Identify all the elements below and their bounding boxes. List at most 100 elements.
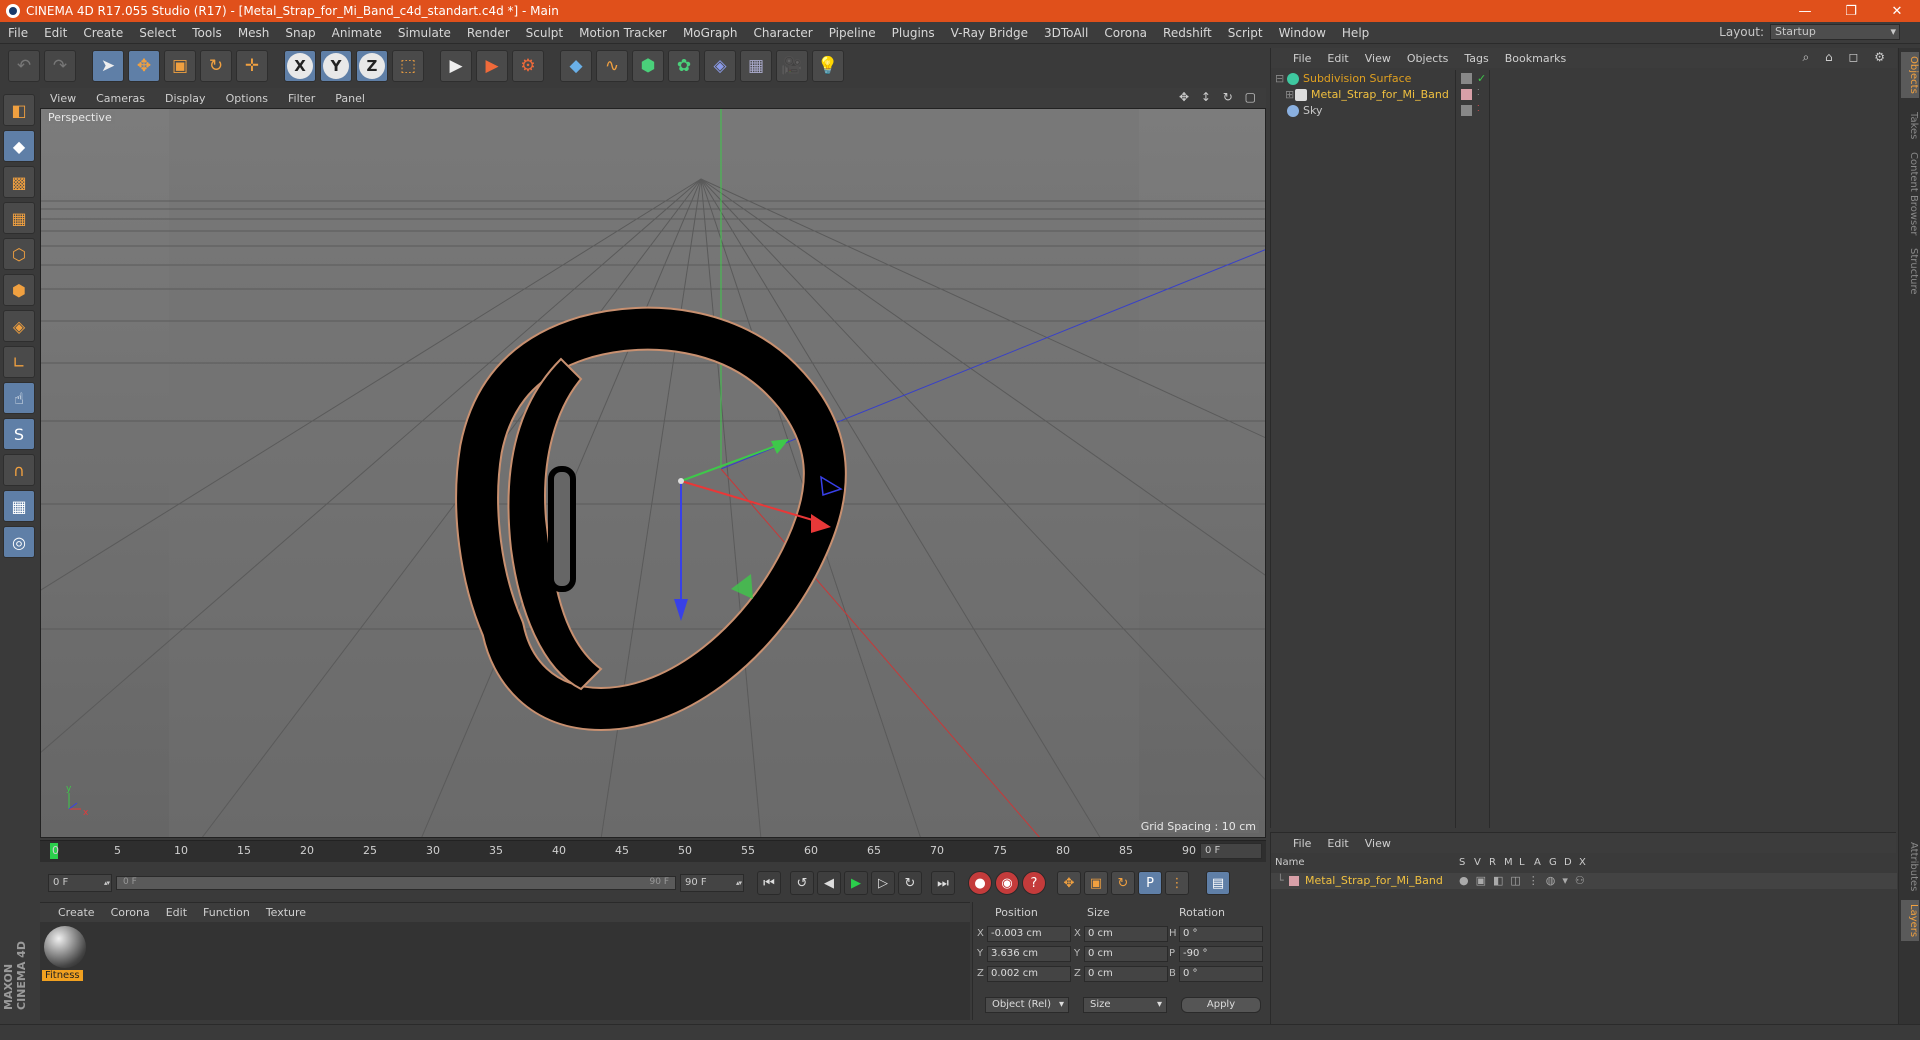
menu-vray-bridge[interactable]: V-Ray Bridge [943, 26, 1036, 40]
material-preview-swatch[interactable] [44, 926, 86, 968]
material-menu-texture[interactable]: Texture [258, 906, 314, 919]
menu-edit[interactable]: Edit [36, 26, 75, 40]
coordinate-system-button[interactable]: ⬚ [392, 50, 424, 82]
side-tab-objects[interactable]: Objects [1901, 52, 1919, 98]
render-settings-button[interactable]: ⚙ [512, 50, 544, 82]
layer-row[interactable]: └ Metal_Strap_for_Mi_Band ●▣◧◫⋮◍▾⚇ [1271, 873, 1897, 889]
points-mode-button[interactable]: ⬡ [3, 238, 35, 270]
magnet-button[interactable]: ∩ [3, 454, 35, 486]
objmgr-menu-tags[interactable]: Tags [1456, 52, 1496, 65]
add-spline-button[interactable]: ∿ [596, 50, 628, 82]
object-row-sky[interactable]: Sky ⁚ [1271, 102, 1897, 120]
menu-corona[interactable]: Corona [1096, 26, 1155, 40]
viewport-menu-view[interactable]: View [40, 92, 86, 105]
objmgr-menu-objects[interactable]: Objects [1399, 52, 1457, 65]
model-mode-button[interactable]: ◆ [3, 130, 35, 162]
key-parameter-button[interactable]: P [1138, 871, 1162, 895]
workplane-mode-button[interactable]: ▦ [3, 202, 35, 234]
minimize-button[interactable]: — [1782, 0, 1828, 22]
menu-window[interactable]: Window [1271, 26, 1334, 40]
keyframe-selection-button[interactable]: ? [1022, 871, 1046, 895]
end-frame-field[interactable]: 90 F [680, 874, 744, 892]
polygons-mode-button[interactable]: ◈ [3, 310, 35, 342]
visibility-dots-icon[interactable]: ⁚ [1477, 88, 1480, 97]
size-mode-dropdown[interactable]: Size [1083, 997, 1167, 1013]
side-tab-content-browser[interactable]: Content Browser [1901, 148, 1919, 239]
apply-button[interactable]: Apply [1181, 997, 1261, 1013]
material-menu-create[interactable]: Create [40, 906, 103, 919]
material-menu-corona[interactable]: Corona [103, 906, 158, 919]
layer-menu-view[interactable]: View [1357, 837, 1399, 850]
viewport-menu-options[interactable]: Options [216, 92, 278, 105]
viewport-menu-cameras[interactable]: Cameras [86, 92, 155, 105]
restore-button[interactable]: ❐ [1828, 0, 1874, 22]
key-position-button[interactable]: ✥ [1057, 871, 1081, 895]
material-menu-function[interactable]: Function [195, 906, 258, 919]
viewport-nav-icons[interactable]: ✥ ↕ ↻ ▢ [1179, 90, 1260, 104]
position-z-field[interactable]: 0.002 cm [987, 966, 1071, 982]
layout-dropdown[interactable]: Startup [1770, 24, 1900, 40]
render-picture-viewer-button[interactable]: ▶ [476, 50, 508, 82]
objmgr-menu-edit[interactable]: Edit [1319, 52, 1356, 65]
viewport-menu-display[interactable]: Display [155, 92, 216, 105]
axis-mode-button[interactable]: ∟ [3, 346, 35, 378]
make-editable-button[interactable]: ◧ [3, 94, 35, 126]
menu-redshift[interactable]: Redshift [1155, 26, 1220, 40]
preview-range-slider[interactable]: 0 F 90 F [116, 876, 676, 890]
menu-snap[interactable]: Snap [277, 26, 323, 40]
current-frame-field[interactable]: 0 F [1200, 843, 1262, 859]
menu-motion-tracker[interactable]: Motion Tracker [571, 26, 675, 40]
key-rotation-button[interactable]: ↻ [1111, 871, 1135, 895]
record-keys-button[interactable]: ● [968, 871, 992, 895]
select-tool-button[interactable]: ➤ [92, 50, 124, 82]
menu-mograph[interactable]: MoGraph [675, 26, 746, 40]
go-to-end-button[interactable]: ⏭ [931, 871, 955, 895]
viewport-menu-panel[interactable]: Panel [325, 92, 375, 105]
enabled-check-icon[interactable]: ✓ [1477, 72, 1486, 85]
rotation-h-field[interactable]: 0 ° [1179, 926, 1263, 942]
play-button[interactable]: ▶ [844, 871, 868, 895]
tweak-mode-button[interactable]: ☝ [3, 382, 35, 414]
add-floor-button[interactable]: ▦ [740, 50, 772, 82]
size-x-field[interactable]: 0 cm [1084, 926, 1168, 942]
menu-plugins[interactable]: Plugins [884, 26, 943, 40]
side-tab-layers[interactable]: Layers [1901, 900, 1919, 942]
previous-frame-button[interactable]: ◀ [817, 871, 841, 895]
rotation-b-field[interactable]: 0 ° [1179, 966, 1263, 982]
material-menu-edit[interactable]: Edit [158, 906, 195, 919]
add-cube-button[interactable]: ◆ [560, 50, 592, 82]
texture-mode-button[interactable]: ▩ [3, 166, 35, 198]
start-frame-field[interactable]: 0 F [48, 874, 112, 892]
move-tool-button[interactable]: ✥ [128, 50, 160, 82]
material-name-label[interactable]: Fitness [42, 970, 83, 981]
add-light-button[interactable]: 💡 [812, 50, 844, 82]
next-key-button[interactable]: ↻ [898, 871, 922, 895]
timeline-ruler[interactable]: 0 5 10 15 20 25 30 35 40 45 50 55 60 65 … [40, 840, 1266, 862]
menu-file[interactable]: File [0, 26, 36, 40]
layer-name[interactable]: Metal_Strap_for_Mi_Band [1305, 874, 1443, 887]
rotation-p-field[interactable]: -90 ° [1179, 946, 1263, 962]
side-tab-attributes[interactable]: Attributes [1901, 838, 1919, 895]
size-y-field[interactable]: 0 cm [1084, 946, 1168, 962]
add-deformer-button[interactable]: ◈ [704, 50, 736, 82]
menu-3dtoall[interactable]: 3DToAll [1036, 26, 1096, 40]
side-tab-structure[interactable]: Structure [1901, 244, 1919, 299]
render-view-button[interactable]: ▶ [440, 50, 472, 82]
tag-icon[interactable] [1461, 105, 1472, 116]
layer-flag[interactable] [1461, 73, 1472, 84]
menu-help[interactable]: Help [1334, 26, 1377, 40]
z-axis-lock-button[interactable]: Z [356, 50, 388, 82]
menu-character[interactable]: Character [745, 26, 820, 40]
key-scale-button[interactable]: ▣ [1084, 871, 1108, 895]
layer-color-swatch[interactable] [1461, 89, 1472, 100]
position-x-field[interactable]: -0.003 cm [987, 926, 1071, 942]
edges-mode-button[interactable]: ⬢ [3, 274, 35, 306]
layer-flag-icons[interactable]: ●▣◧◫⋮◍▾⚇ [1459, 874, 1592, 887]
layer-color-swatch[interactable] [1289, 876, 1299, 886]
visibility-dots-icon[interactable]: ⁚ [1477, 104, 1480, 113]
rotate-tool-button[interactable]: ↻ [200, 50, 232, 82]
add-array-button[interactable]: ✿ [668, 50, 700, 82]
autokeying-button[interactable]: ◉ [995, 871, 1019, 895]
workplane-lock-button[interactable]: ▦ [3, 490, 35, 522]
layer-menu-file[interactable]: File [1271, 837, 1319, 850]
